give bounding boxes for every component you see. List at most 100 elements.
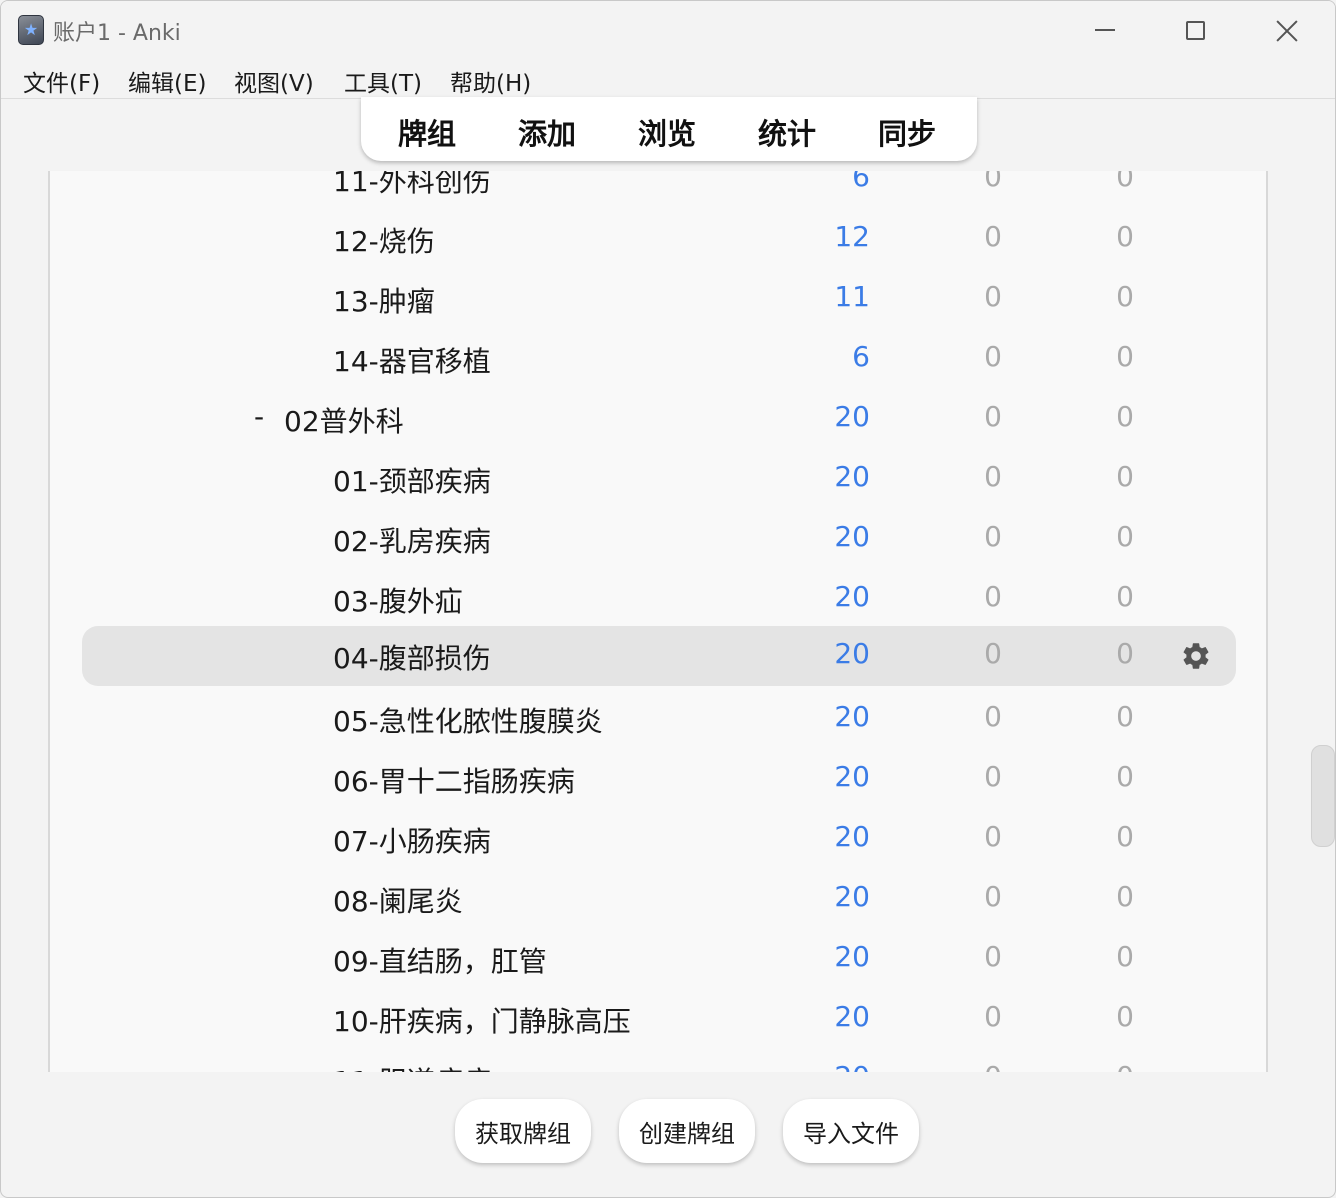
anki-main-window: ★ 账户1 - Anki 文件(F) 编辑(E) 视图(V) 工具(T) 帮助(… xyxy=(0,0,1336,1198)
learn-count: 0 xyxy=(984,820,1002,853)
deck-row[interactable]: 08-阑尾炎 20 0 0 xyxy=(50,869,1266,929)
new-count: 20 xyxy=(834,460,870,493)
learn-count: 0 xyxy=(984,280,1002,313)
deck-name[interactable]: 06-胃十二指肠疾病 xyxy=(333,760,575,800)
title-bar: ★ 账户1 - Anki xyxy=(1,1,1335,59)
learn-count: 0 xyxy=(984,580,1002,613)
minimize-icon xyxy=(1095,29,1115,31)
review-count: 0 xyxy=(1034,1060,1134,1072)
toolbar-stats[interactable]: 统计 xyxy=(758,111,816,153)
deck-name[interactable]: 01-颈部疾病 xyxy=(333,460,491,500)
review-count: 0 xyxy=(1116,760,1134,793)
gear-icon[interactable] xyxy=(1180,640,1212,672)
deck-name[interactable]: 13-肿瘤 xyxy=(333,280,435,320)
deck-name[interactable]: 05-急性化脓性腹膜炎 xyxy=(333,700,603,740)
deck-row[interactable]: 05-急性化脓性腹膜炎 20 0 0 xyxy=(50,689,1266,749)
menu-edit[interactable]: 编辑(E) xyxy=(128,64,206,98)
learn-count: 0 xyxy=(984,700,1002,733)
review-count: 0 xyxy=(1116,520,1134,553)
deck-list: 11-外科创伤 6 0 0 12-烧伤 12 0 0 13-肿瘤 11 0 0 … xyxy=(48,171,1268,1072)
menu-help[interactable]: 帮助(H) xyxy=(450,64,531,98)
learn-count: 0 xyxy=(984,760,1002,793)
review-count: 0 xyxy=(1116,637,1134,670)
deck-row[interactable]: 01-颈部疾病 20 0 0 xyxy=(50,449,1266,509)
deck-row[interactable]: 02-乳房疾病 20 0 0 xyxy=(50,509,1266,569)
toolbar-sync[interactable]: 同步 xyxy=(878,111,936,153)
deck-name[interactable]: 14-器官移植 xyxy=(333,340,491,380)
maximize-icon xyxy=(1185,20,1205,40)
new-count: 20 xyxy=(834,880,870,913)
learn-count: 0 xyxy=(984,400,1002,433)
deck-row-selected[interactable]: 04-腹部损伤 20 0 0 xyxy=(50,626,1266,686)
new-count: 11 xyxy=(834,280,870,313)
new-count: 20 xyxy=(770,1060,870,1072)
deck-name[interactable]: 11-胆道疾病 xyxy=(333,1060,491,1072)
deck-row[interactable]: 09-直结肠，肛管 20 0 0 xyxy=(50,929,1266,989)
collapse-toggle[interactable]: - xyxy=(254,400,264,433)
close-button[interactable] xyxy=(1241,1,1333,59)
learn-count: 0 xyxy=(984,171,1002,193)
menu-file[interactable]: 文件(F) xyxy=(23,64,100,98)
learn-count: 0 xyxy=(984,460,1002,493)
review-count: 0 xyxy=(1116,171,1134,193)
main-toolbar: 牌组 添加 浏览 统计 同步 xyxy=(361,97,977,161)
deck-name[interactable]: 02普外科 xyxy=(284,400,404,440)
new-count: 20 xyxy=(834,700,870,733)
learn-count: 0 xyxy=(984,520,1002,553)
deck-row[interactable]: 14-器官移植 6 0 0 xyxy=(50,329,1266,389)
maximize-button[interactable] xyxy=(1149,1,1241,59)
toolbar-browse[interactable]: 浏览 xyxy=(638,111,696,153)
scrollbar-thumb[interactable] xyxy=(1311,745,1335,847)
learn-count: 0 xyxy=(984,340,1002,373)
new-count: 20 xyxy=(834,1000,870,1033)
deck-row[interactable]: 13-肿瘤 11 0 0 xyxy=(50,269,1266,329)
learn-count: 0 xyxy=(984,220,1002,253)
review-count: 0 xyxy=(1116,880,1134,913)
deck-name[interactable]: 11-外科创伤 xyxy=(333,171,491,200)
learn-count: 0 xyxy=(984,940,1002,973)
new-count: 6 xyxy=(852,340,870,373)
deck-row[interactable]: 10-肝疾病，门静脉高压 20 0 0 xyxy=(50,989,1266,1049)
review-count: 0 xyxy=(1116,280,1134,313)
new-count: 20 xyxy=(834,580,870,613)
deck-row[interactable]: 03-腹外疝 20 0 0 xyxy=(50,569,1266,629)
new-count: 20 xyxy=(834,520,870,553)
deck-name[interactable]: 07-小肠疾病 xyxy=(333,820,491,860)
close-icon xyxy=(1276,19,1298,41)
deck-name[interactable]: 12-烧伤 xyxy=(333,220,435,260)
deck-name[interactable]: 02-乳房疾病 xyxy=(333,520,491,560)
toolbar-add[interactable]: 添加 xyxy=(518,111,576,153)
deck-name[interactable]: 08-阑尾炎 xyxy=(333,880,463,920)
deck-row[interactable]: 07-小肠疾病 20 0 0 xyxy=(50,809,1266,869)
deck-row[interactable]: 11-胆道疾病 20 0 0 xyxy=(50,1049,1266,1072)
get-shared-button[interactable]: 获取牌组 xyxy=(455,1099,591,1163)
review-count: 0 xyxy=(1116,820,1134,853)
deck-name[interactable]: 03-腹外疝 xyxy=(333,580,463,620)
new-count: 12 xyxy=(834,220,870,253)
new-count: 20 xyxy=(834,760,870,793)
deck-name[interactable]: 10-肝疾病，门静脉高压 xyxy=(333,1000,631,1040)
new-count: 20 xyxy=(834,400,870,433)
review-count: 0 xyxy=(1116,1000,1134,1033)
learn-count: 0 xyxy=(984,880,1002,913)
menu-tools[interactable]: 工具(T) xyxy=(344,64,422,98)
deck-row[interactable]: 06-胃十二指肠疾病 20 0 0 xyxy=(50,749,1266,809)
new-count: 6 xyxy=(852,171,870,193)
deck-row[interactable]: - 02普外科 20 0 0 xyxy=(50,389,1266,449)
review-count: 0 xyxy=(1116,580,1134,613)
menu-bar: 文件(F) 编辑(E) 视图(V) 工具(T) 帮助(H) xyxy=(1,59,1335,99)
minimize-button[interactable] xyxy=(1059,1,1151,59)
toolbar-decks[interactable]: 牌组 xyxy=(398,111,456,153)
create-deck-button[interactable]: 创建牌组 xyxy=(619,1099,755,1163)
menu-view[interactable]: 视图(V) xyxy=(234,64,314,98)
window-title: 账户1 - Anki xyxy=(53,21,181,46)
review-count: 0 xyxy=(1116,700,1134,733)
anki-app-icon[interactable]: ★ xyxy=(18,15,44,45)
import-file-button[interactable]: 导入文件 xyxy=(783,1099,919,1163)
review-count: 0 xyxy=(1116,400,1134,433)
deck-row[interactable]: 12-烧伤 12 0 0 xyxy=(50,209,1266,269)
deck-name[interactable]: 09-直结肠，肛管 xyxy=(333,940,547,980)
deck-name[interactable]: 04-腹部损伤 xyxy=(333,637,491,677)
deck-row[interactable]: 11-外科创伤 6 0 0 xyxy=(50,171,1266,209)
learn-count: 0 xyxy=(984,637,1002,670)
